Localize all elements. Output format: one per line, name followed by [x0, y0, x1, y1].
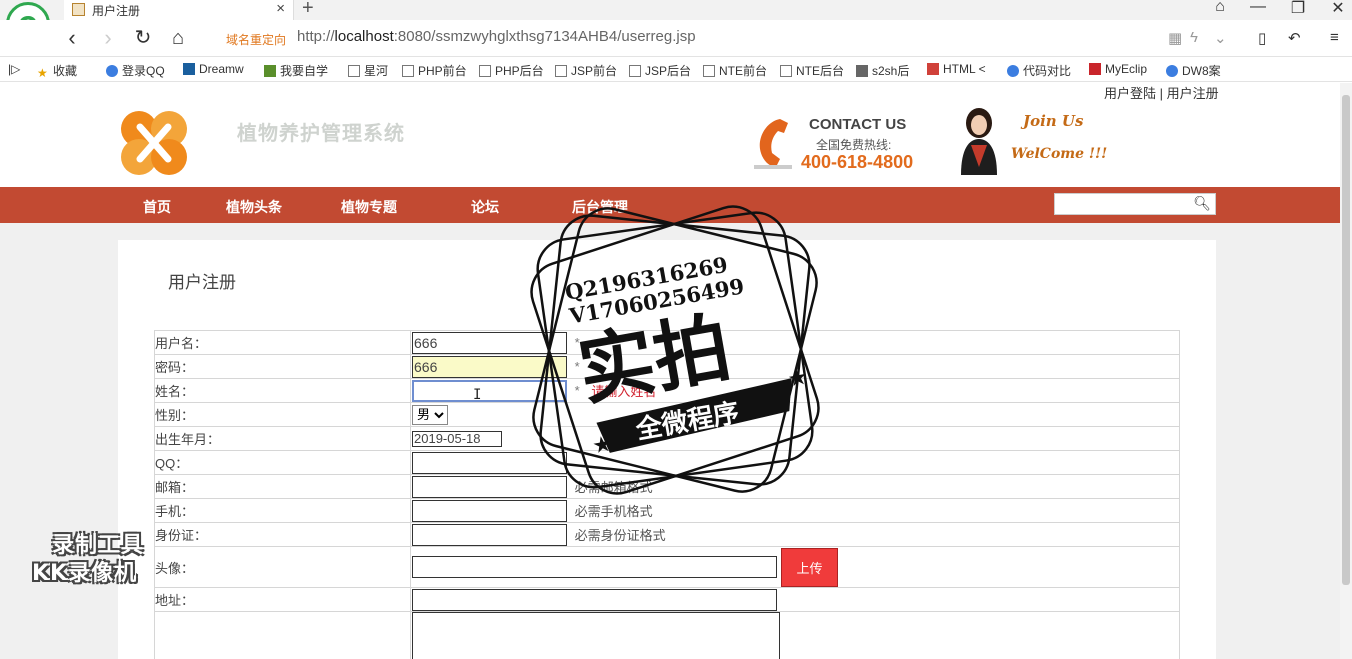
name-label: 姓名： [154, 378, 411, 403]
browser-tab[interactable]: 用户注册 × [64, 0, 294, 20]
page-favicon-icon [72, 3, 85, 16]
bookmark-item[interactable]: PHP后台 [479, 62, 544, 79]
avatar-label: 头像： [154, 546, 411, 588]
menu-icon[interactable]: ≡ [1330, 29, 1339, 46]
recorder-watermark: 录制工具 KK录像机 [32, 532, 144, 588]
page-title: 用户注册 [168, 273, 236, 292]
site-search: 🔍︎ [1054, 193, 1216, 215]
bookmark-item[interactable]: ★ 收藏 [37, 62, 77, 80]
browser-tab-bar: 用户注册 × + ⌂ — ❐ ✕ [0, 0, 1352, 20]
contact-title: CONTACT US [809, 116, 907, 133]
bookmark-item[interactable]: NTE前台 [703, 62, 767, 79]
idcard-input[interactable] [412, 523, 567, 546]
bookmark-item[interactable]: 登录QQ [106, 62, 165, 79]
nav-item-home[interactable]: 首页 [143, 197, 171, 217]
nav-item-forum[interactable]: 论坛 [471, 197, 499, 217]
remark-label [154, 611, 411, 659]
birth-label: 出生年月： [154, 426, 411, 451]
bookmarks-toggle-icon[interactable]: |▷ [8, 62, 20, 76]
scrollbar-thumb[interactable] [1342, 95, 1350, 585]
site-logo [121, 111, 187, 175]
refresh-icon[interactable]: ↻ [129, 25, 157, 51]
bookmark-item[interactable]: PHP前台 [402, 62, 467, 79]
idcard-hint: 必需身份证格式 [574, 528, 666, 543]
nav-item-plant-news[interactable]: 植物头条 [226, 197, 282, 217]
form-row-address: 地址： [154, 587, 1180, 612]
welcome-text: WelCome !!! [1011, 146, 1108, 162]
site-title: 植物养护管理系统 [237, 121, 405, 145]
nav-item-plant-topics[interactable]: 植物专题 [341, 197, 397, 217]
bookmark-icon[interactable]: ▯ [1258, 29, 1266, 47]
window-close-icon[interactable]: ✕ [1323, 0, 1352, 18]
form-row-avatar: 头像： 上传 [154, 546, 1180, 588]
lightning-icon[interactable]: ϟ [1190, 29, 1198, 46]
birth-date-input[interactable] [412, 430, 502, 447]
bookmarks-bar: |▷ ★ 收藏 登录QQ Dreamw 我要自学 星河 PHP前台 PHP后台 J… [0, 58, 1352, 82]
watermark-stamp: Q2196316269 V17060256499 实拍 全微程序 ★ ★ [530, 205, 820, 495]
remark-textarea[interactable] [412, 612, 780, 659]
close-tab-icon[interactable]: × [276, 0, 285, 17]
contact-number: 400-618-4800 [801, 152, 914, 172]
username-label: 用户名： [154, 330, 411, 355]
url-field[interactable]: http://localhost:8080/ssmzwyhglxthsg7134… [297, 28, 696, 45]
new-tab-icon[interactable]: + [302, 0, 314, 20]
bookmark-item[interactable]: DW8案 [1166, 62, 1221, 79]
bookmark-item[interactable]: MyEclip [1089, 62, 1147, 76]
address-bar: ‹ › ↻ ⌂ 域名重定向 http://localhost:8080/ssmz… [0, 20, 1352, 57]
bookmark-item[interactable]: 代码对比 [1007, 62, 1071, 79]
contact-subtitle: 全国免费热线: [816, 138, 892, 152]
bookmark-item[interactable]: JSP后台 [629, 62, 691, 79]
chevron-down-icon[interactable]: ⌄ [1214, 29, 1227, 47]
woman-photo [961, 108, 997, 175]
bookmark-item[interactable]: NTE后台 [780, 62, 844, 79]
address-input[interactable] [412, 588, 777, 611]
bookmark-item[interactable]: 我要自学 [264, 62, 328, 79]
undo-icon[interactable]: ↶ [1288, 29, 1301, 47]
pin-icon[interactable]: ⌂ [1205, 0, 1235, 16]
site-header: 用户登陆 | 用户注册 植物养护管理系统 CONTACT US 全国免费热线: … [0, 83, 1340, 187]
bookmark-item[interactable]: HTML < [927, 62, 986, 76]
minimize-icon[interactable]: — [1243, 0, 1273, 16]
upload-button[interactable]: 上传 [781, 548, 838, 587]
gender-label: 性别： [154, 402, 411, 427]
page-scrollbar[interactable] [1340, 83, 1352, 659]
redirect-label: 域名重定向 [226, 33, 287, 47]
home-icon[interactable]: ⌂ [164, 25, 192, 51]
search-icon[interactable]: 🔍︎ [1193, 195, 1211, 212]
email-label: 邮箱： [154, 474, 411, 499]
phone-label: 手机： [154, 498, 411, 523]
search-input[interactable] [1057, 195, 1193, 213]
idcard-label: 身份证： [154, 522, 411, 547]
address-label: 地址： [154, 587, 411, 612]
forward-icon[interactable]: › [94, 25, 122, 51]
join-us-title: Join Us [1023, 112, 1084, 130]
text-cursor-icon: I [473, 387, 482, 403]
form-row-idcard: 身份证： 必需身份证格式 [154, 522, 1180, 547]
recorder-line1: 录制工具 [52, 533, 145, 558]
login-register-links[interactable]: 用户登陆 | 用户注册 [1104, 83, 1219, 102]
password-label: 密码： [154, 354, 411, 379]
gender-select[interactable]: 男 [412, 404, 448, 425]
avatar-input[interactable] [412, 556, 777, 578]
qq-label: QQ： [154, 450, 411, 475]
grid-icon[interactable]: ▦ [1168, 29, 1182, 47]
back-icon[interactable]: ‹ [58, 25, 86, 51]
recorder-line2: KK录像机 [32, 561, 138, 586]
restore-icon[interactable]: ❐ [1283, 0, 1313, 18]
phone-icon [754, 119, 792, 169]
form-row-remark [154, 611, 1180, 659]
tab-title: 用户注册 [92, 4, 141, 18]
bookmark-item[interactable]: Dreamw [183, 62, 244, 76]
bookmark-item[interactable]: 星河 [348, 62, 388, 79]
bookmark-item[interactable]: s2sh后 [856, 62, 909, 79]
bookmark-item[interactable]: JSP前台 [555, 62, 617, 79]
